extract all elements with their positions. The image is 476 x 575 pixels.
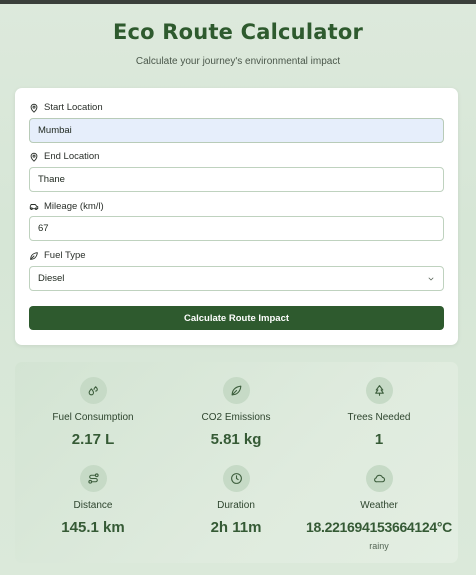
stat-icon-circle	[222, 465, 250, 492]
fuel-consumption-value: 2.17 L	[71, 431, 115, 448]
fuel-type-value: Diesel	[38, 273, 65, 284]
end-location-label-text: End Location	[44, 151, 100, 162]
fuel-consumption-stat: Fuel Consumption 2.17 L	[19, 377, 167, 448]
end-location-label: End Location	[29, 151, 99, 162]
stat-icon-circle	[365, 377, 393, 404]
stat-icon-circle	[79, 377, 107, 404]
route-form-card: Start Location Mumbai End Location Thane…	[15, 88, 458, 345]
distance-label: Distance	[73, 500, 113, 511]
co2-emissions-stat: CO2 Emissions 5.81 kg	[162, 377, 310, 448]
trees-needed-stat: Trees Needed 1	[305, 377, 453, 448]
stat-icon-circle	[365, 465, 393, 492]
duration-label: Duration	[217, 500, 255, 511]
page-subtitle: Calculate your journey's environmental i…	[135, 56, 341, 67]
weather-value: 18.221694153664124°C	[306, 519, 452, 535]
map-pin-icon	[30, 103, 38, 113]
start-location-label-text: Start Location	[44, 102, 103, 113]
distance-value: 145.1 km	[61, 519, 125, 536]
tree-icon	[374, 385, 384, 396]
fuel-consumption-label: Fuel Consumption	[52, 412, 134, 423]
calculate-route-button[interactable]: Calculate Route Impact	[29, 306, 444, 330]
weather-label: Weather	[360, 500, 398, 511]
start-location-input[interactable]: Mumbai	[29, 118, 444, 143]
fuel-type-select[interactable]: Diesel	[29, 266, 444, 291]
fuel-type-label-text: Fuel Type	[44, 250, 86, 261]
weather-stat: Weather 18.221694153664124°C rainy	[305, 465, 453, 551]
cloud-icon	[373, 474, 385, 483]
stat-icon-circle	[79, 465, 107, 492]
mileage-label-text: Mileage (km/l)	[44, 201, 104, 212]
weather-condition: rainy	[369, 541, 389, 551]
duration-value: 2h 11m	[210, 519, 262, 536]
mileage-value: 67	[38, 223, 49, 234]
window-top-bar	[0, 0, 476, 4]
leaf-icon	[231, 385, 241, 396]
results-panel: Fuel Consumption 2.17 L CO2 Emissions 5.…	[15, 362, 458, 563]
co2-emissions-value: 5.81 kg	[210, 431, 262, 448]
distance-stat: Distance 145.1 km	[19, 465, 167, 536]
trees-needed-label: Trees Needed	[347, 412, 411, 423]
stat-icon-circle	[222, 377, 250, 404]
co2-emissions-label: CO2 Emissions	[201, 412, 271, 423]
chevron-down-icon	[428, 277, 434, 281]
trees-needed-value: 1	[374, 431, 384, 448]
end-location-input[interactable]: Thane	[29, 167, 444, 192]
leaf-icon	[30, 251, 38, 260]
page-title: Eco Route Calculator	[112, 20, 364, 44]
start-location-value: Mumbai	[38, 125, 72, 136]
fuel-type-label: Fuel Type	[29, 250, 86, 261]
droplets-icon	[88, 386, 98, 396]
mileage-input[interactable]: 67	[29, 216, 444, 241]
start-location-label: Start Location	[29, 102, 103, 113]
duration-stat: Duration 2h 11m	[162, 465, 310, 536]
mileage-label: Mileage (km/l)	[29, 201, 104, 212]
map-pin-icon	[30, 152, 38, 162]
page-header: Eco Route Calculator Calculate your jour…	[0, 20, 476, 67]
clock-icon	[230, 473, 242, 484]
end-location-value: Thane	[38, 174, 65, 185]
car-icon	[29, 203, 39, 210]
route-icon	[87, 473, 99, 484]
